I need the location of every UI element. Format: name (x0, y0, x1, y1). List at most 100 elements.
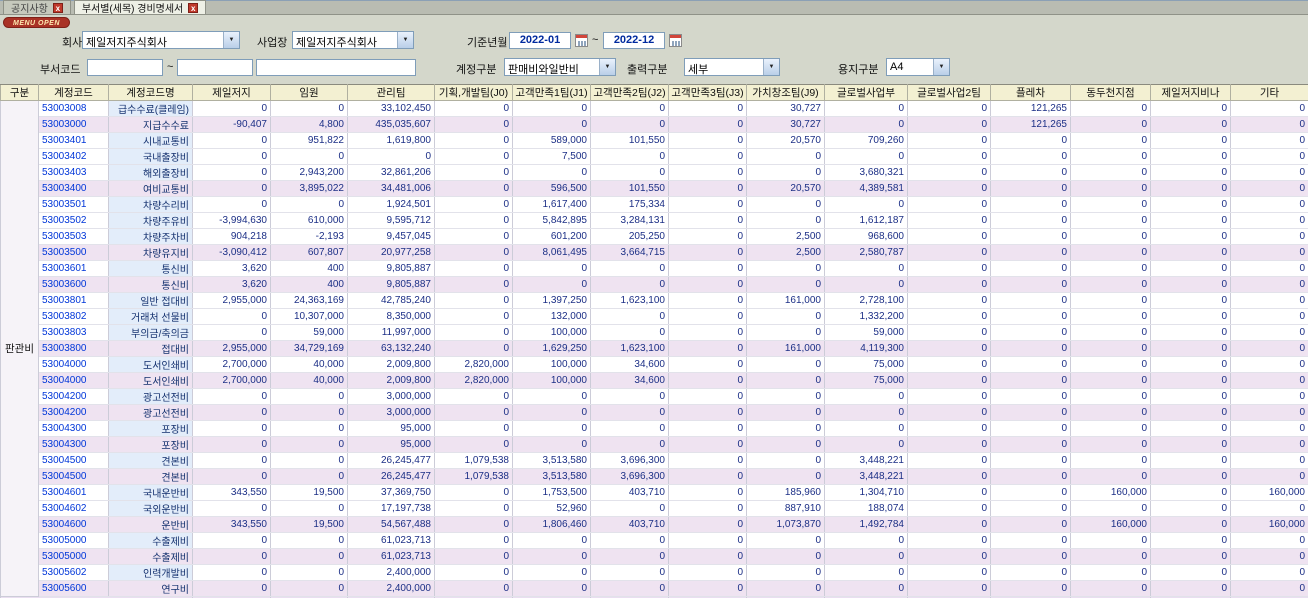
period-to-input[interactable]: 2022-12 (603, 32, 665, 49)
table-row[interactable]: 53005600 연구비 0 0 2,400,000 0 0 0 0 0 0 0 0 0 0 0 (1, 580, 1308, 597)
amount-cell: 11,997,000 (347, 324, 435, 341)
amount-cell: 0 (270, 532, 348, 549)
amount-cell: 0 (746, 212, 825, 229)
amount-cell: 0 (434, 404, 513, 421)
amount-cell: 0 (668, 436, 747, 453)
account-code: 53003501 (38, 196, 109, 213)
table-row[interactable]: 53004200 광고선전비 0 0 3,000,000 0 0 0 0 0 0 0 0 0 0 0 (1, 404, 1308, 421)
table-row[interactable]: 53004500 견본비 0 0 26,245,477 1,079,538 3,513,58… (1, 452, 1308, 469)
amount-cell: 0 (434, 308, 513, 325)
amount-cell: 0 (270, 548, 348, 565)
table-row[interactable]: 53004000 도서인쇄비 2,700,000 40,000 2,009,800 2,8… (1, 372, 1308, 389)
dept-code-to-input[interactable] (177, 59, 253, 76)
account-name: 부의금/축의금 (108, 324, 193, 341)
amount-cell: 0 (1230, 404, 1308, 421)
amount-cell: 1,623,100 (590, 292, 669, 309)
account-code: 53003403 (38, 164, 109, 181)
amount-cell: 0 (746, 404, 825, 421)
tab-notice-label: 공지사항 (11, 4, 48, 15)
amount-cell: 59,000 (270, 324, 348, 341)
output-type-select[interactable]: 세부 ▼ (684, 58, 780, 76)
amount-cell: 0 (907, 420, 991, 437)
table-row[interactable]: 53003400 여비교통비 0 3,895,022 34,481,006 0 596,50… (1, 180, 1308, 197)
table-row[interactable]: 53003803 부의금/축의금 0 59,000 11,997,000 0 100,000… (1, 324, 1308, 341)
calendar-icon[interactable] (575, 34, 588, 47)
dept-code-from-input[interactable] (87, 59, 163, 76)
account-name: 포장비 (108, 436, 193, 453)
amount-cell: 0 (824, 532, 908, 549)
close-icon[interactable]: x (188, 2, 199, 13)
paper-type-select[interactable]: A4 ▼ (886, 58, 950, 76)
amount-cell: 0 (907, 356, 991, 373)
amount-cell: 0 (990, 564, 1071, 581)
table-row[interactable]: 53005000 수출제비 0 0 61,023,713 0 0 0 0 0 0 0 0 0 0 0 (1, 548, 1308, 565)
table-row[interactable]: 53003601 통신비 3,620 400 9,805,887 0 0 0 0 0 0 0 0 0 0 0 (1, 260, 1308, 277)
amount-cell: 0 (192, 564, 271, 581)
amount-cell: 0 (746, 564, 825, 581)
table-row[interactable]: 53003501 차량수리비 0 0 1,924,501 0 1,617,400 175,33… (1, 196, 1308, 213)
amount-cell: -3,090,412 (192, 244, 271, 261)
amount-cell: 0 (590, 580, 669, 597)
amount-cell: 0 (907, 452, 991, 469)
amount-cell: 3,000,000 (347, 404, 435, 421)
amount-cell: 0 (1070, 340, 1151, 357)
table-row[interactable]: 53003503 차량주차비 904,218 -2,193 9,457,045 0 601,… (1, 228, 1308, 245)
amount-cell: 0 (1070, 532, 1151, 549)
amount-cell: 0 (1070, 276, 1151, 293)
workplace-select[interactable]: 제일저지주식회사 ▼ (292, 31, 414, 49)
amount-cell: 0 (434, 516, 513, 533)
table-row[interactable]: 53004300 포장비 0 0 95,000 0 0 0 0 0 0 0 0 0 0 0 (1, 420, 1308, 437)
table-row[interactable]: 53004000 도서인쇄비 2,700,000 40,000 2,009,800 2,8… (1, 356, 1308, 373)
amount-cell: 0 (746, 196, 825, 213)
table-row[interactable]: 53003502 차량주유비 -3,994,630 610,000 9,595,712 0… (1, 212, 1308, 229)
amount-cell: 0 (668, 244, 747, 261)
amount-cell: 0 (1150, 180, 1231, 197)
table-row[interactable]: 53003401 시내교통비 0 951,822 1,619,800 0 589,000 10… (1, 132, 1308, 149)
table-row[interactable]: 53004602 국외운반비 0 0 17,197,738 0 52,960 0 0 887,91… (1, 500, 1308, 517)
amount-cell: 9,457,045 (347, 228, 435, 245)
amount-cell: 0 (990, 244, 1071, 261)
table-row[interactable]: 53005602 인력개발비 0 0 2,400,000 0 0 0 0 0 0 0 0 0 0 0 (1, 564, 1308, 581)
table-row[interactable]: 53003801 일반 접대비 2,955,000 24,363,169 42,785,… (1, 292, 1308, 309)
amount-cell: 0 (1230, 164, 1308, 181)
table-row[interactable]: 53004601 국내운반비 343,550 19,500 37,369,750 0 1,7… (1, 484, 1308, 501)
table-row[interactable]: 판관비 53003008 급수수료(클레임) 0 0 33,102,450 0 0 0 0 30,7… (0, 100, 1308, 597)
amount-cell: 0 (434, 148, 513, 165)
account-type-select[interactable]: 판매비와일반비 ▼ (504, 58, 616, 76)
table-row[interactable]: 53005000 수출제비 0 0 61,023,713 0 0 0 0 0 0 0 0 0 0 0 (1, 532, 1308, 549)
amount-cell: 0 (1230, 468, 1308, 485)
table-row[interactable]: 53003403 해외출장비 0 2,943,200 32,861,206 0 0 0 0 0 3,… (1, 164, 1308, 181)
amount-cell: 0 (990, 356, 1071, 373)
tab-notice[interactable]: 공지사항 x (3, 0, 71, 15)
amount-cell: 30,727 (746, 100, 825, 117)
tab-expense-report[interactable]: 부서별(세목) 경비명세서 x (73, 0, 207, 15)
table-row[interactable]: 53003800 접대비 2,955,000 34,729,169 63,132,240… (1, 340, 1308, 357)
amount-cell: 0 (990, 580, 1071, 597)
amount-cell: 0 (990, 532, 1071, 549)
close-icon[interactable]: x (52, 2, 63, 13)
account-code: 53004300 (38, 436, 109, 453)
calendar-icon[interactable] (669, 34, 682, 47)
amount-cell: 0 (824, 548, 908, 565)
company-select[interactable]: 제일저지주식회사 ▼ (82, 31, 240, 49)
table-row[interactable]: 53003402 국내출장비 0 0 0 0 7,500 0 0 0 0 0 0 0 0 0 (1, 148, 1308, 165)
amount-cell: 0 (590, 388, 669, 405)
amount-cell: 0 (824, 564, 908, 581)
amount-cell: 0 (1230, 532, 1308, 549)
output-type-value: 세부 (688, 64, 709, 75)
tab-expense-report-label: 부서별(세목) 경비명세서 (81, 4, 184, 15)
menu-open-button[interactable]: MENU OPEN (3, 17, 70, 28)
table-row[interactable]: 53004300 포장비 0 0 95,000 0 0 0 0 0 0 0 0 0 0 0 (1, 436, 1308, 453)
table-row[interactable]: 53003000 지급수수료 -90,407 4,800 435,035,607 0 0 0 0… (1, 116, 1308, 133)
table-row[interactable]: 53003600 통신비 3,620 400 9,805,887 0 0 0 0 0 0 0 0 0 0 0 (1, 276, 1308, 293)
table-row[interactable]: 53004500 견본비 0 0 26,245,477 1,079,538 3,513,58… (1, 468, 1308, 485)
table-row[interactable]: 53004600 운반비 343,550 19,500 54,567,488 0 1,806… (1, 516, 1308, 533)
table-row[interactable]: 53003802 거래처 선물비 0 10,307,000 8,350,000 0 132,… (1, 308, 1308, 325)
amount-cell: 3,620 (192, 260, 271, 277)
amount-cell: 0 (590, 500, 669, 517)
table-row[interactable]: 53004200 광고선전비 0 0 3,000,000 0 0 0 0 0 0 0 0 0 0 0 (1, 388, 1308, 405)
account-name: 차량주차비 (108, 228, 193, 245)
table-row[interactable]: 53003500 차량유지비 -3,090,412 607,807 20,977,258… (1, 244, 1308, 261)
period-from-input[interactable]: 2022-01 (509, 32, 571, 49)
amount-cell: 0 (668, 276, 747, 293)
